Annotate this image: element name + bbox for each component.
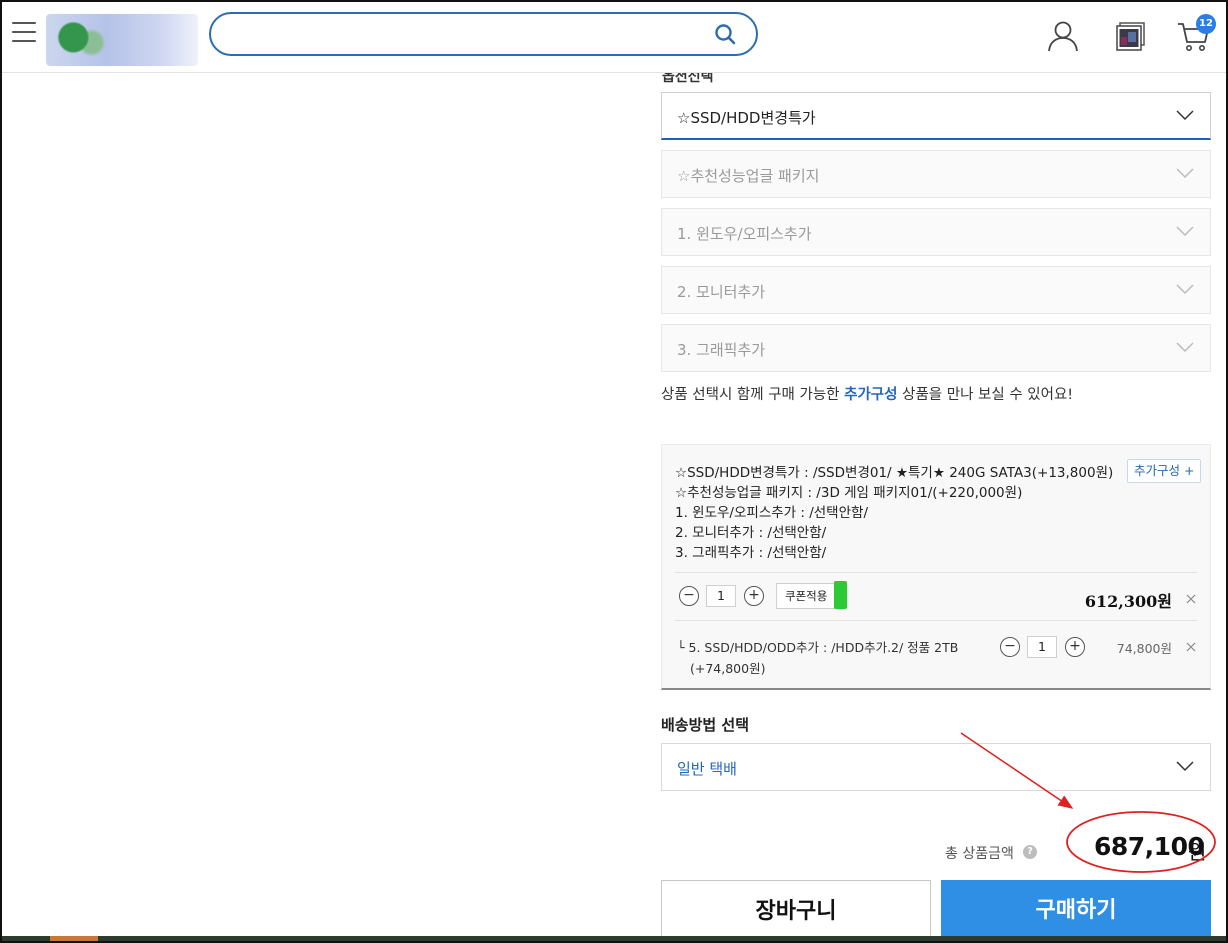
search-bar: [209, 12, 758, 56]
notice-text: 상품 선택시 함께 구매 가능한: [661, 387, 845, 403]
site-logo[interactable]: [46, 14, 198, 66]
help-icon[interactable]: ?: [1023, 845, 1037, 859]
sub-qty-value[interactable]: 1: [1027, 636, 1057, 658]
sub-qty-decrease-button[interactable]: −: [1000, 637, 1020, 657]
menu-icon[interactable]: [12, 22, 36, 44]
sub-item-extra-price: (+74,800원): [690, 661, 766, 676]
chevron-down-icon: [1176, 761, 1194, 772]
notice-text-end: 상품을 만나 보실 수 있어요!: [897, 387, 1074, 403]
notice-highlight: 추가구성: [844, 387, 898, 403]
close-icon[interactable]: [1186, 642, 1196, 652]
coupon-apply-button[interactable]: 쿠폰적용: [776, 583, 837, 609]
cart-count-badge: 12: [1196, 14, 1216, 34]
selected-line: 2. 모니터추가 : /선택안함/: [675, 525, 827, 541]
additional-config-notice: 상품 선택시 함께 구매 가능한 추가구성 상품을 만나 보실 수 있어요!: [661, 383, 1073, 404]
taskbar-strip: [0, 936, 1228, 943]
coupon-indicator: [834, 581, 847, 609]
sub-item-name: └ 5. SSD/HDD/ODD추가 : /HDD추가.2/ 정품 2TB: [677, 640, 959, 655]
selected-line: 3. 그래픽추가 : /선택안함/: [675, 545, 827, 561]
option-select-windows-office[interactable]: 1. 윈도우/오피스추가: [661, 208, 1211, 256]
close-icon[interactable]: [1186, 594, 1196, 604]
select-label: 2. 모니터추가: [677, 283, 766, 301]
select-label: ☆SSD/HDD변경특가: [677, 109, 816, 127]
select-label: ☆추천성능업글 패키지: [677, 167, 820, 185]
sub-qty-increase-button[interactable]: +: [1065, 637, 1085, 657]
selected-line: ☆추천성능업글 패키지 : /3D 게임 패키지01/(+220,000원): [675, 485, 1023, 501]
option-select-ssd-hdd[interactable]: ☆SSD/HDD변경특가: [661, 92, 1211, 140]
divider: [675, 572, 1197, 573]
option-select-graphic[interactable]: 3. 그래픽추가: [661, 324, 1211, 372]
sub-item-price: 74,800원: [1116, 641, 1172, 656]
site-header: [0, 0, 1228, 73]
recent-view-icon[interactable]: [1112, 20, 1148, 56]
chevron-down-icon: [1176, 342, 1194, 353]
add-to-cart-button[interactable]: 장바구니: [661, 880, 931, 943]
selected-options-box: ☆SSD/HDD변경특가 : /SSD변경01/ ★특기★ 240G SATA3…: [661, 444, 1211, 690]
buy-now-button[interactable]: 구매하기: [941, 880, 1211, 943]
selected-line: 1. 윈도우/오피스추가 : /선택안함/: [675, 505, 868, 521]
select-label: 3. 그래픽추가: [677, 341, 766, 359]
shipping-method-select[interactable]: 일반 택배: [661, 743, 1211, 791]
divider: [675, 620, 1197, 621]
chevron-down-icon: [1176, 110, 1194, 121]
selected-line: ☆SSD/HDD변경특가 : /SSD변경01/ ★특기★ 240G SATA3…: [675, 465, 1114, 481]
qty-increase-button[interactable]: +: [744, 586, 764, 606]
shipping-title: 배송방법 선택: [661, 716, 750, 734]
search-input[interactable]: [227, 22, 711, 48]
chevron-down-icon: [1176, 284, 1194, 295]
user-icon[interactable]: [1045, 18, 1081, 54]
taskbar-item: [50, 936, 98, 943]
qty-value[interactable]: 1: [706, 585, 736, 607]
shipping-value: 일반 택배: [677, 760, 737, 778]
add-config-button[interactable]: 추가구성 +: [1127, 459, 1202, 483]
search-icon[interactable]: [714, 23, 736, 45]
total-label: 총 상품금액: [945, 846, 1014, 862]
chevron-down-icon: [1176, 168, 1194, 179]
chevron-down-icon: [1176, 226, 1194, 237]
item-price: 612,300원: [1084, 592, 1172, 611]
option-select-package[interactable]: ☆추천성능업글 패키지: [661, 150, 1211, 198]
qty-decrease-button[interactable]: −: [679, 586, 699, 606]
option-select-monitor[interactable]: 2. 모니터추가: [661, 266, 1211, 314]
total-unit: 원: [1188, 840, 1207, 864]
select-label: 1. 윈도우/오피스추가: [677, 225, 812, 243]
